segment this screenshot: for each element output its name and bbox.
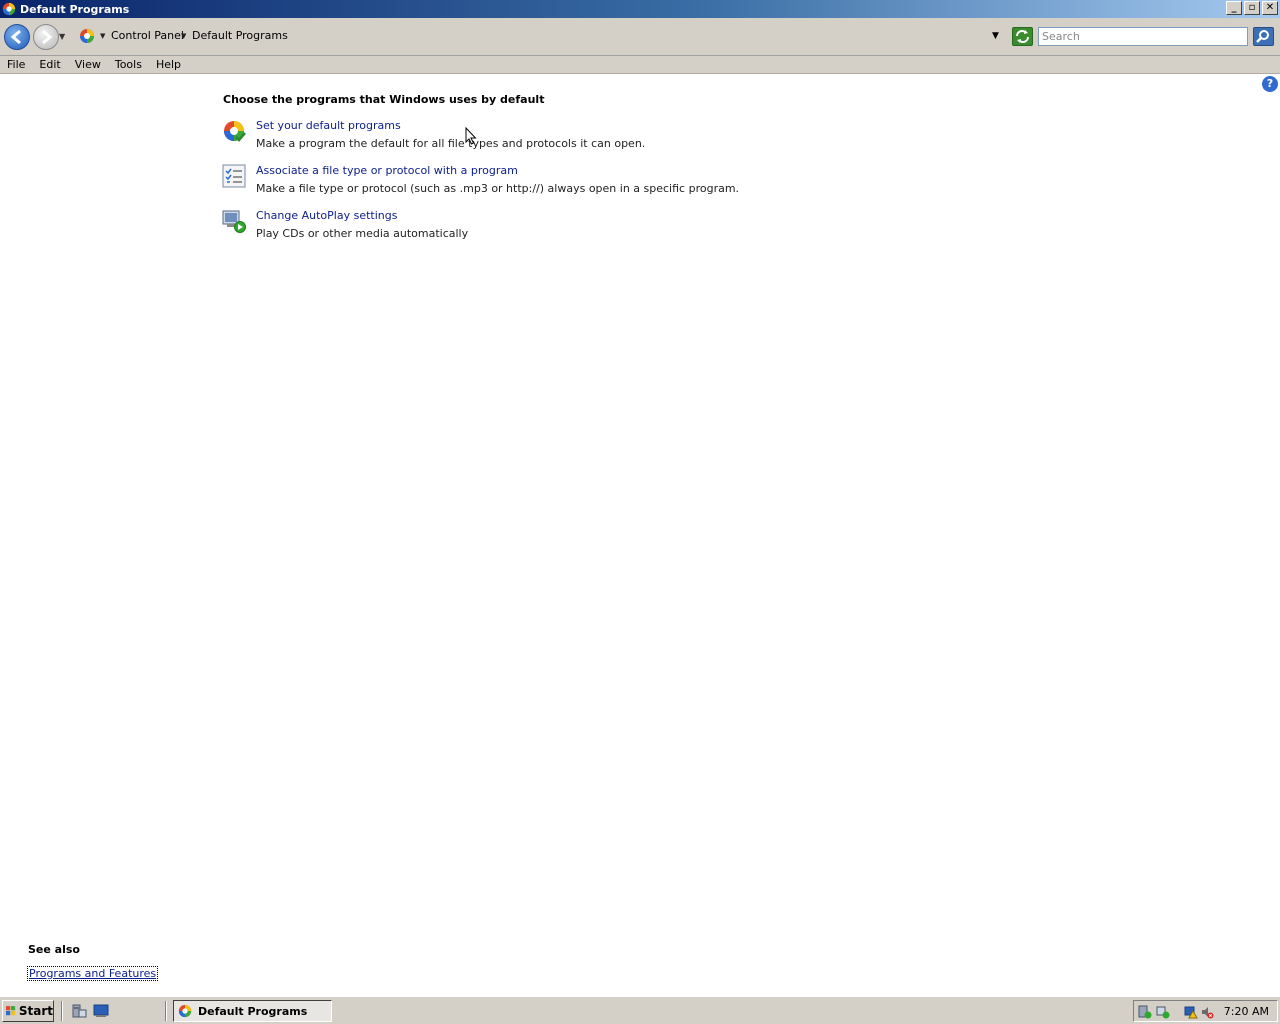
window-title: Default Programs	[20, 2, 130, 16]
arrow-left-icon	[10, 29, 21, 45]
breadcrumb-control-panel[interactable]: Control Panel	[111, 29, 184, 42]
start-label: Start	[18, 1004, 53, 1018]
clock[interactable]: 7:20 AM	[1224, 1005, 1269, 1018]
default-programs-icon	[224, 121, 246, 142]
menu-help[interactable]: Help	[149, 56, 188, 73]
forward-button[interactable]	[33, 24, 59, 50]
taskbar-window-label: Default Programs	[198, 1004, 308, 1018]
windows-logo-icon	[6, 1006, 16, 1016]
help-icon[interactable]: ?	[1262, 76, 1278, 92]
change-autoplay-description: Play CDs or other media automatically	[256, 227, 469, 240]
menu-file[interactable]: File	[0, 56, 32, 73]
programs-and-features-link[interactable]: Programs and Features	[27, 966, 159, 981]
system-tray: 7:20 AM	[1133, 1000, 1278, 1022]
restore-button[interactable]: ▫	[1244, 1, 1260, 15]
address-box[interactable]: ▼ Control Panel ▼ Default Programs ▼	[74, 25, 1008, 48]
taskbar-separator	[165, 1001, 167, 1021]
main-content: ? Choose the programs that Windows uses …	[0, 74, 1280, 996]
breadcrumb-default-programs[interactable]: Default Programs	[192, 29, 288, 42]
breadcrumb-separator-icon[interactable]: ▼	[181, 32, 186, 40]
start-button[interactable]: Start	[2, 1000, 54, 1022]
menu-view[interactable]: View	[68, 56, 108, 73]
mouse-cursor-icon	[465, 127, 477, 145]
refresh-button[interactable]	[1012, 27, 1033, 46]
minimize-button[interactable]: _	[1226, 1, 1242, 15]
back-button[interactable]	[4, 24, 30, 50]
address-bar: ▼ ▼ Control Panel ▼ Default Programs ▼ S…	[0, 18, 1280, 56]
autoplay-icon	[222, 210, 246, 233]
set-default-programs-link[interactable]: Set your default programs	[256, 119, 401, 132]
close-button[interactable]: ✕	[1262, 1, 1278, 15]
show-desktop-icon[interactable]	[93, 1003, 109, 1019]
menu-tools[interactable]: Tools	[108, 56, 149, 73]
set-default-programs-description: Make a program the default for all file …	[256, 137, 646, 150]
see-also-heading: See also	[28, 943, 80, 956]
volume-muted-icon[interactable]	[1200, 1005, 1214, 1019]
taskbar-window-button[interactable]: Default Programs	[173, 1000, 332, 1022]
address-dropdown-icon[interactable]: ▼	[992, 31, 999, 41]
menu-edit[interactable]: Edit	[32, 56, 67, 73]
search-input[interactable]: Search	[1038, 27, 1248, 46]
associate-file-type-link[interactable]: Associate a file type or protocol with a…	[256, 164, 518, 177]
associate-file-type-description: Make a file type or protocol (such as .m…	[256, 182, 740, 195]
breadcrumb-separator-icon[interactable]: ▼	[100, 32, 105, 40]
server-tray-icon[interactable]	[1138, 1005, 1152, 1019]
page-title: Choose the programs that Windows uses by…	[223, 93, 545, 106]
refresh-icon	[1016, 30, 1029, 43]
search-button[interactable]	[1253, 27, 1274, 46]
control-panel-icon	[80, 29, 94, 43]
file-association-icon	[222, 164, 246, 188]
change-autoplay-link[interactable]: Change AutoPlay settings	[256, 209, 397, 222]
taskbar: Start Default Programs 7:20 AM	[0, 996, 1280, 1024]
security-status-icon[interactable]	[1156, 1005, 1170, 1019]
title-bar: Default Programs _ ▫ ✕	[0, 0, 1280, 18]
default-programs-icon	[178, 1004, 192, 1018]
recent-pages-dropdown[interactable]: ▼	[59, 32, 65, 41]
search-icon	[1256, 30, 1269, 43]
default-programs-icon	[2, 2, 16, 16]
taskbar-separator	[61, 1001, 63, 1021]
server-manager-icon[interactable]	[71, 1003, 87, 1019]
arrow-right-icon	[42, 29, 53, 45]
network-warning-icon[interactable]	[1184, 1005, 1198, 1019]
menu-bar: File Edit View Tools Help	[0, 56, 1280, 74]
